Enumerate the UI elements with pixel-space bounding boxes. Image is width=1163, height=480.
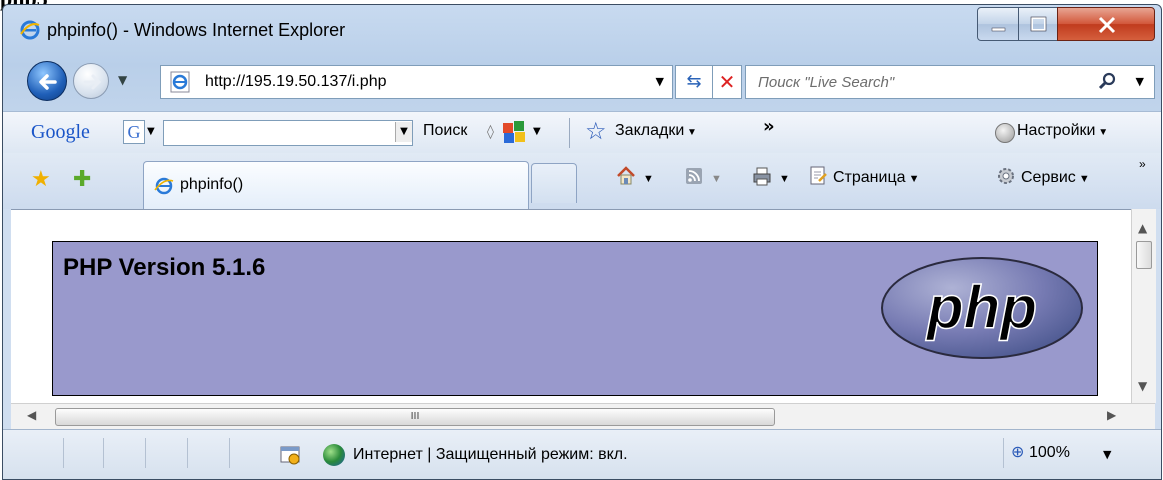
google-toolbar: Google G ▼ ▼ Поиск ◊ ▼ ☆ Закладки ▼ » На… (3, 111, 1161, 155)
refresh-icon: ⇆ (686, 71, 702, 92)
page-content: PHP Version 5.1.6 php (11, 209, 1131, 404)
tools-gear-icon (998, 168, 1014, 184)
google-search-dropdown-icon[interactable]: ▼ (395, 122, 412, 142)
tab-row: ★ ✚ phpinfo() ▼ ▼ ▼ Страница ▼ Сервис ▼ … (3, 153, 1161, 209)
new-tab-button[interactable] (531, 163, 577, 203)
refresh-button[interactable]: ⇆ (675, 65, 713, 99)
protected-mode-icon[interactable] (279, 444, 301, 466)
address-dropdown-icon[interactable]: ▼ (656, 75, 664, 88)
security-zone-text[interactable]: Интернет | Защищенный режим: вкл. (353, 446, 628, 464)
ie-logo-icon (20, 20, 40, 40)
search-icon[interactable] (1098, 71, 1118, 91)
settings-menu[interactable]: Настройки ▼ (1017, 122, 1108, 140)
close-icon (1098, 16, 1116, 34)
tab-phpinfo[interactable]: phpinfo() (143, 161, 529, 209)
horizontal-scroll-thumb[interactable]: III (55, 408, 775, 426)
bookmarks-menu[interactable]: Закладки ▼ (615, 122, 697, 140)
scroll-right-icon[interactable]: ▶ (1107, 408, 1116, 422)
status-divider (1003, 438, 1004, 468)
forward-arrow-icon (83, 74, 102, 90)
status-bar: Интернет | Защищенный режим: вкл. ⊕ 100%… (3, 429, 1161, 479)
scroll-down-icon[interactable]: ▼ (1138, 379, 1147, 393)
puzzle-dropdown-icon[interactable]: ▼ (533, 126, 541, 137)
zoom-dropdown-icon[interactable]: ▼ (1103, 448, 1111, 461)
page-menu-label: Страница (833, 169, 906, 186)
internet-zone-globe-icon (323, 444, 345, 466)
bookmarks-label: Закладки (615, 122, 685, 139)
horizontal-scrollbar[interactable]: ◀ III ▶ (11, 403, 1155, 430)
address-url: http://195.19.50.137/i.php (205, 73, 387, 90)
status-divider (103, 438, 104, 468)
google-search-button[interactable]: Поиск (423, 122, 467, 140)
google-search-input[interactable] (163, 120, 413, 146)
php-logo: php (881, 257, 1083, 359)
scroll-up-icon[interactable]: ▲ (1138, 221, 1147, 235)
command-overflow-chevron-icon[interactable]: » (1139, 157, 1146, 171)
tools-menu-label: Сервис (1021, 169, 1076, 186)
minimize-button[interactable] (977, 7, 1019, 41)
settings-icon (995, 123, 1015, 143)
google-menu-dropdown-icon[interactable]: ▼ (147, 126, 155, 137)
php-logo-text: php (925, 274, 1037, 341)
bookmark-star-icon[interactable]: ☆ (585, 117, 607, 145)
back-arrow-icon (39, 74, 57, 90)
stop-button[interactable]: ✕ (712, 65, 742, 99)
page-menu[interactable]: Страница ▼ (833, 169, 919, 187)
add-favorite-icon[interactable]: ✚ (73, 167, 91, 192)
favorites-star-icon[interactable]: ★ (31, 167, 51, 192)
home-icon[interactable] (615, 165, 637, 187)
separator-icon: ◊ (487, 124, 494, 140)
vertical-scroll-thumb[interactable] (1136, 241, 1152, 269)
search-placeholder: Поиск "Live Search" (758, 74, 895, 91)
address-field[interactable]: http://195.19.50.137/i.php ▼ (160, 65, 673, 99)
google-menu-button[interactable]: G (123, 120, 145, 144)
status-divider (187, 438, 188, 468)
rss-feed-icon[interactable] (683, 165, 705, 187)
back-button[interactable] (27, 61, 67, 101)
ie-page-icon (154, 177, 174, 195)
close-button[interactable] (1057, 7, 1155, 41)
live-search-field[interactable]: Поиск "Live Search" ▼ (745, 65, 1155, 99)
status-divider (229, 438, 230, 468)
tab-label: phpinfo() (180, 176, 244, 193)
home-dropdown-icon[interactable]: ▼ (643, 173, 654, 185)
scroll-left-icon[interactable]: ◀ (27, 408, 36, 422)
maximize-button[interactable] (1018, 7, 1058, 41)
window-title: phpinfo() - Windows Internet Explorer (47, 20, 346, 40)
minimize-icon (991, 27, 1006, 32)
print-dropdown-icon[interactable]: ▼ (779, 173, 790, 185)
settings-label: Настройки (1017, 122, 1096, 139)
ie-window: phpinfo() - Windows Internet Explorer ▼ … (2, 4, 1162, 480)
zoom-icon: ⊕ (1011, 442, 1025, 461)
forward-button[interactable] (73, 63, 109, 99)
status-divider (63, 438, 64, 468)
puzzle-icon[interactable] (501, 119, 527, 145)
tools-menu[interactable]: Сервис ▼ (1021, 169, 1090, 187)
maximize-icon (1030, 16, 1047, 32)
page-icon (170, 71, 190, 93)
more-chevron-icon[interactable]: » (763, 116, 775, 137)
vertical-scrollbar[interactable]: ▲ ▼ (1131, 209, 1156, 403)
toolbar-divider (569, 118, 570, 148)
google-logo: Google (31, 121, 90, 144)
address-row: ▼ http://195.19.50.137/i.php ▼ ⇆ ✕ Поиск… (3, 57, 1161, 111)
google-logo-text: Google (31, 121, 90, 143)
history-dropdown-icon[interactable]: ▼ (118, 73, 127, 87)
print-icon[interactable] (751, 165, 773, 187)
page-menu-icon (810, 166, 827, 185)
rss-dropdown-icon[interactable]: ▼ (711, 173, 722, 185)
php-version-heading: PHP Version 5.1.6 (63, 254, 266, 281)
php-header-box: PHP Version 5.1.6 php (52, 241, 1098, 396)
title-bar: phpinfo() - Windows Internet Explorer (3, 5, 1161, 57)
zoom-level[interactable]: 100% (1029, 444, 1070, 462)
status-divider (145, 438, 146, 468)
stop-icon: ✕ (718, 70, 736, 94)
search-dropdown-icon[interactable]: ▼ (1136, 75, 1144, 88)
